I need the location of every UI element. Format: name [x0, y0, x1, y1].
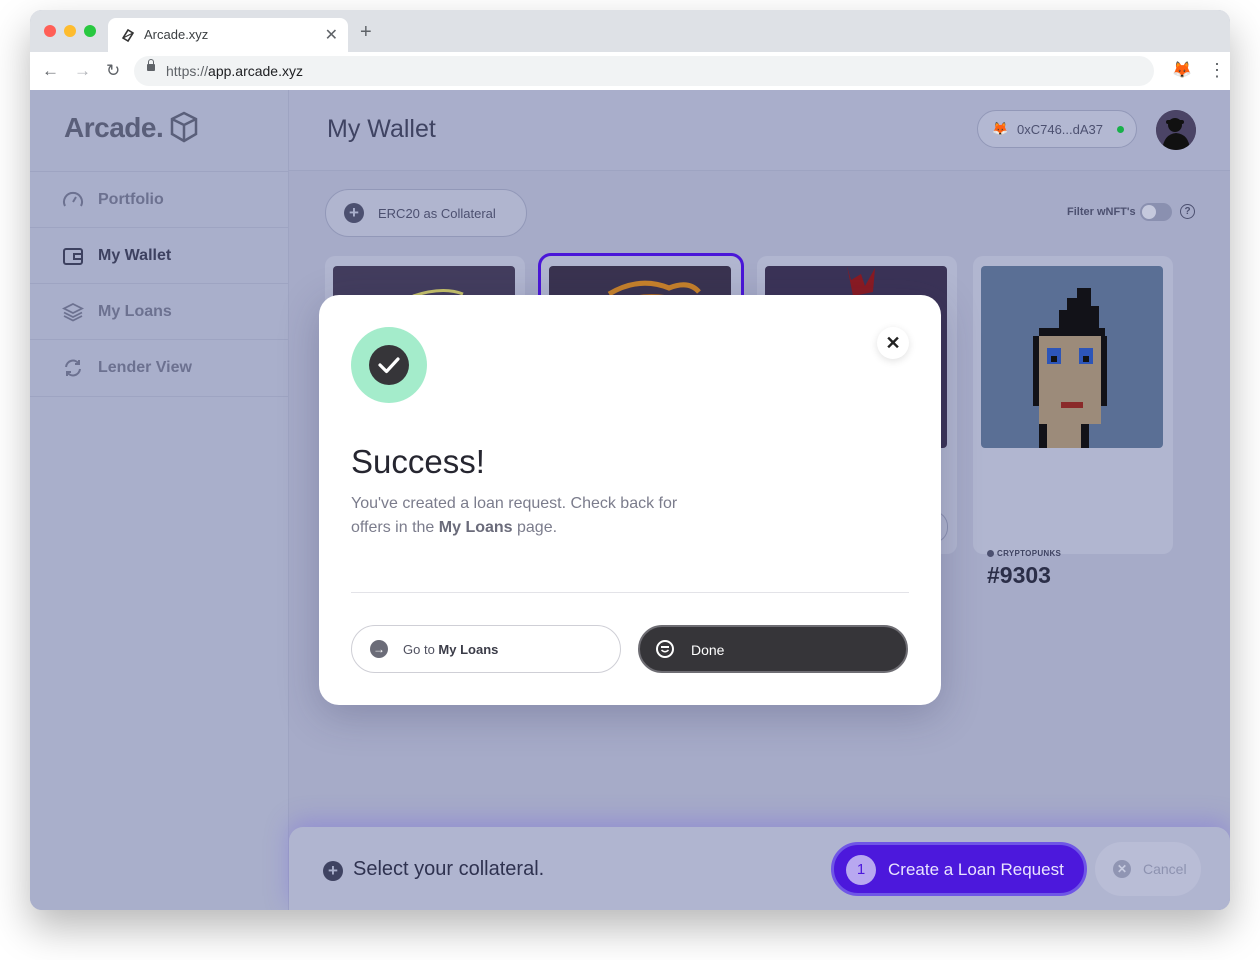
tab-title: Arcade.xyz	[144, 27, 209, 42]
refresh-icon	[65, 359, 81, 377]
wallet-icon	[63, 248, 83, 265]
tab-close-icon[interactable]: ✕	[325, 25, 338, 45]
metamask-extension-icon[interactable]: 🦊	[1172, 62, 1192, 80]
address-bar: ← → ↻ https://app.arcade.xyz 🦊 ⋮	[30, 52, 1230, 91]
done-button[interactable]: Done	[638, 625, 908, 673]
metamask-icon: 🦊	[992, 121, 1009, 136]
back-icon[interactable]: ←	[42, 61, 59, 81]
cancel-button[interactable]: ✕ Cancel	[1095, 842, 1201, 896]
wallet-address: 0xC746...dA37	[1017, 122, 1104, 137]
connected-status-dot	[1117, 126, 1124, 133]
filter-wnft-toggle[interactable]	[1140, 203, 1172, 221]
erc20-collateral-button[interactable]: + ERC20 as Collateral	[325, 189, 527, 237]
smile-icon	[656, 640, 674, 658]
checkmark-icon	[369, 345, 409, 385]
browser-tab[interactable]: Arcade.xyz ✕	[108, 18, 348, 52]
forward-icon[interactable]: →	[74, 61, 91, 81]
sidebar-item-lender-view[interactable]: Lender View	[30, 339, 288, 397]
page-title: My Wallet	[327, 115, 436, 143]
nft-id: #9303	[987, 562, 1051, 588]
reload-icon[interactable]: ↻	[106, 61, 120, 81]
create-loan-label: Create a Loan Request	[888, 860, 1064, 879]
minimize-window-button[interactable]	[64, 25, 76, 37]
sidebar-item-label: My Loans	[98, 303, 172, 320]
new-tab-icon[interactable]: +	[360, 22, 372, 42]
avatar[interactable]	[1156, 110, 1196, 150]
arcade-logo: Arcade.	[64, 112, 164, 143]
sidebar-item-portfolio[interactable]: Portfolio	[30, 171, 288, 228]
loan-request-bar: + Select your collateral. 1 Create a Loa…	[289, 827, 1230, 910]
go-to-my-loans-button[interactable]: → Go to My Loans	[351, 625, 621, 673]
nft-collection-name: CRYPTOPUNKS	[997, 549, 1062, 558]
page-header: My Wallet 🦊 0xC746...dA37	[289, 90, 1230, 171]
modal-close-icon[interactable]: ✕	[877, 327, 909, 359]
success-modal: ✕ Success! You've created a loan request…	[319, 295, 941, 705]
cancel-label: Cancel	[1143, 861, 1187, 877]
collection-icon	[987, 550, 994, 557]
step-number-badge: 1	[846, 855, 876, 885]
arcade-cube-icon	[170, 111, 198, 143]
modal-divider	[351, 592, 909, 593]
erc20-label: ERC20 as Collateral	[378, 206, 496, 221]
tab-bar: Arcade.xyz ✕ +	[30, 10, 1230, 52]
close-window-button[interactable]	[44, 25, 56, 37]
help-icon[interactable]: ?	[1180, 204, 1195, 219]
create-loan-request-button[interactable]: 1 Create a Loan Request	[831, 842, 1087, 896]
sidebar-item-label: Lender View	[98, 359, 192, 376]
sidebar-item-label: Portfolio	[98, 191, 164, 208]
lock-icon	[147, 59, 155, 71]
my-loans-emphasis: My Loans	[438, 519, 513, 536]
done-label: Done	[691, 642, 725, 658]
sidebar-item-my-wallet[interactable]: My Wallet	[30, 227, 288, 284]
plus-icon: +	[323, 861, 343, 881]
nft-card-cryptopunk[interactable]: CRYPTOPUNKS #9303	[973, 256, 1173, 588]
arrow-right-icon: →	[370, 640, 388, 658]
go-to-label: Go to My Loans	[403, 642, 499, 657]
cancel-x-icon: ✕	[1113, 860, 1131, 878]
plus-icon: +	[344, 203, 364, 223]
arcade-favicon-icon	[120, 27, 136, 43]
modal-message: You've created a loan request. Check bac…	[351, 495, 678, 536]
filter-wnft-label: Filter wNFT's	[1067, 206, 1136, 218]
modal-title: Success!	[351, 443, 485, 480]
select-collateral-prompt: Select your collateral.	[353, 858, 545, 880]
wallet-address-button[interactable]: 🦊 0xC746...dA37	[977, 110, 1137, 148]
url-input[interactable]: https://app.arcade.xyz	[134, 56, 1154, 86]
sidebar: Arcade. Portfolio My Wallet My Loans Len…	[30, 90, 289, 910]
success-badge	[351, 327, 427, 403]
sidebar-item-label: My Wallet	[98, 247, 172, 264]
maximize-window-button[interactable]	[84, 25, 96, 37]
browser-menu-icon[interactable]: ⋮	[1208, 60, 1226, 80]
url-text: https://app.arcade.xyz	[166, 63, 303, 79]
gauge-icon	[63, 191, 83, 207]
nft-image-punk	[981, 266, 1163, 448]
sidebar-item-my-loans[interactable]: My Loans	[30, 283, 288, 340]
layers-icon	[62, 302, 84, 322]
